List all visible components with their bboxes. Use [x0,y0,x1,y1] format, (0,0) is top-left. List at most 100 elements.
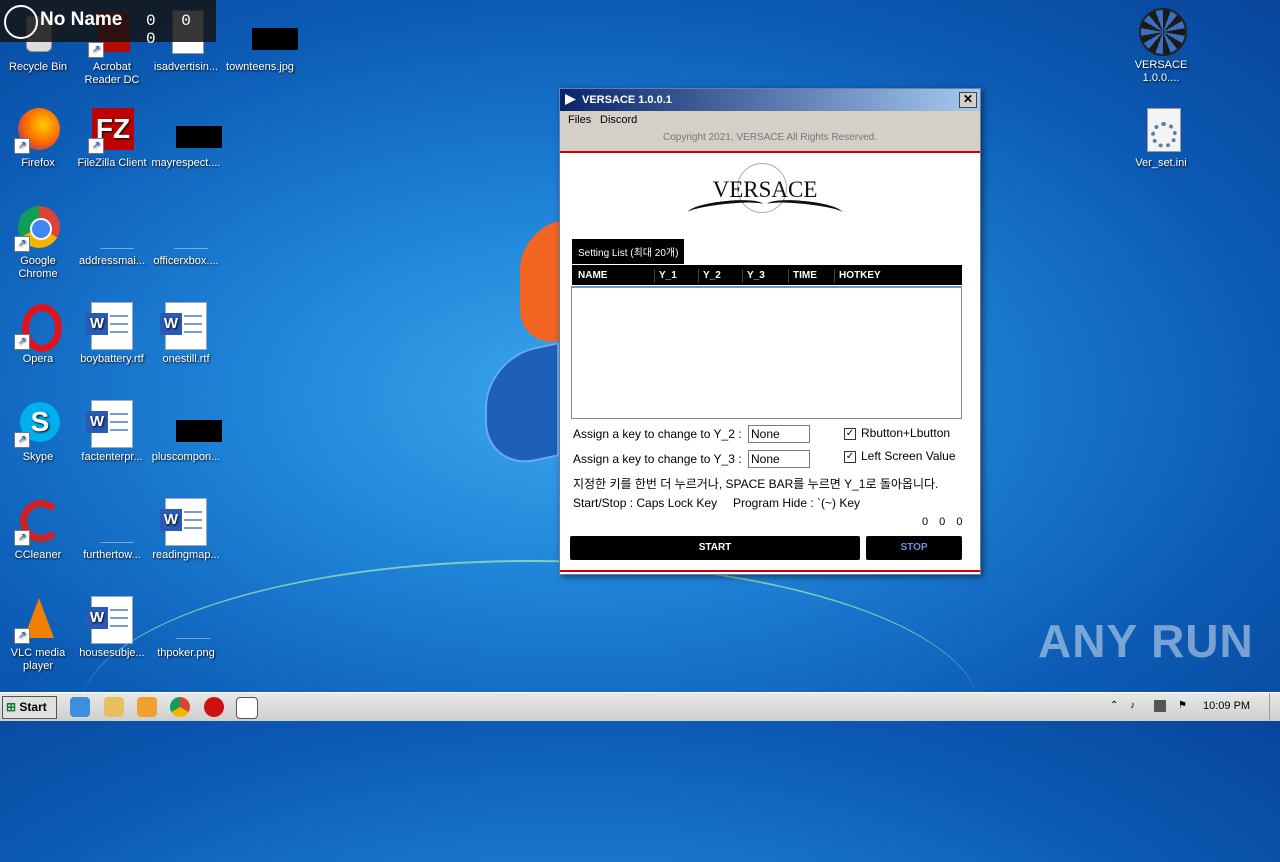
tray-expand-icon[interactable]: ⌃ [1110,700,1122,712]
menu-discord[interactable]: Discord [600,114,637,126]
shortcut-arrow-icon: ↗ [14,236,30,252]
program-hide-hint: Program Hide : `(~) Key [733,496,861,510]
desktop-icon-mayrespect[interactable]: mayrespect.... [148,106,224,170]
desktop-icon-label: mayrespect.... [151,157,221,169]
desktop-icon-label: housesubje... [79,647,145,659]
word-document-icon: W [160,302,210,350]
desktop-icon-label: pluscompon... [151,451,221,463]
setting-list-grid[interactable] [571,286,962,419]
rbutton-checkbox[interactable]: ✓ [844,428,856,440]
shortcut-arrow-icon: ↗ [14,334,30,350]
desktop-icon-boybattery[interactable]: W boybattery.rtf [74,302,150,366]
assign-y2-label: Assign a key to change to Y_2 : [573,427,742,441]
desktop-icon-label: onestill.rtf [162,353,210,365]
desktop-icon-readingmap[interactable]: W readingmap... [148,498,224,562]
bottom-accent-line [560,570,980,572]
chrome-taskbar-icon[interactable] [170,697,190,717]
desktop-icon-label: Skype [22,451,54,463]
settings-file-icon [1137,106,1185,154]
desktop-icon-label: CCleaner [14,549,62,561]
start-button[interactable]: START [570,536,860,560]
desktop-icon-vlc[interactable]: ↗ VLC media player [0,596,76,673]
versace-app-icon [1137,8,1187,56]
desktop-icon-townteens[interactable]: townteens.jpg [222,10,298,74]
image-thumbnail-icon [162,106,222,154]
desktop-icon-label: readingmap... [152,549,220,561]
blank-file-icon [88,498,136,546]
desktop-icon-label: Recycle Bin [8,61,68,73]
opera-taskbar-icon[interactable] [204,697,224,717]
desktop-icon-filezilla[interactable]: FZ ↗ FileZilla Client [74,106,150,170]
image-thumbnail-icon [162,400,222,448]
col-y3[interactable]: Y_3 [747,270,765,281]
word-document-icon: W [86,596,136,644]
left-screen-checkbox[interactable]: ✓ [844,451,856,463]
shortcut-arrow-icon: ↗ [88,42,104,58]
volume-icon[interactable]: ♪ [1130,700,1142,712]
stop-button[interactable]: STOP [866,536,962,560]
desktop-icon-ccleaner[interactable]: ↗ CCleaner [0,498,76,562]
start-button-taskbar[interactable]: ⊞ Start [2,696,57,719]
desktop-icon-firefox[interactable]: ↗ Firefox [0,106,76,170]
media-player-taskbar-icon[interactable] [137,697,157,717]
col-hotkey[interactable]: HOTKEY [839,270,881,281]
col-name[interactable]: NAME [578,270,607,281]
shortcut-arrow-icon: ↗ [14,628,30,644]
menu-files[interactable]: Files [568,114,591,126]
skype-icon: S ↗ [14,400,62,448]
col-y1[interactable]: Y_1 [659,270,677,281]
desktop-icon-officerxbox[interactable]: officerxbox.... [148,204,224,268]
logo-text: VERSACE [712,177,818,202]
word-document-icon: W [160,498,210,546]
firefox-icon: ↗ [14,106,62,154]
desktop-icon-furthertow[interactable]: furthertow... [74,498,150,562]
versace-logo-icon [4,5,38,39]
desktop-icon-addressmai[interactable]: addressmai... [74,204,150,268]
col-time[interactable]: TIME [793,270,817,281]
assign-y3-label: Assign a key to change to Y_3 : [573,452,742,466]
no-name-overlay: No Name 0 0 0 [0,0,216,48]
desktop-icon-thpoker[interactable]: thpoker.png [148,596,224,660]
desktop-icon-opera[interactable]: ↗ Opera [0,302,76,366]
desktop-icon-pluscompon[interactable]: pluscompon... [148,400,224,464]
assign-y2-input[interactable]: None [748,425,810,443]
desktop-icon-chrome[interactable]: ↗ Google Chrome [0,204,76,281]
start-label: Start [19,700,47,714]
counter-display: 0 0 0 [922,516,967,528]
close-button[interactable]: ✕ [959,92,977,108]
action-center-flag-icon[interactable]: ⚑ [1178,700,1190,712]
desktop-icon-label: FileZilla Client [77,157,147,169]
tab-setting-list[interactable]: Setting List (최대 20개) [572,239,685,264]
blank-file-icon [88,204,136,252]
desktop-icon-label: Ver_set.ini [1135,157,1187,169]
shortcut-arrow-icon: ↗ [14,530,30,546]
window-titlebar[interactable]: VERSACE 1.0.0.1 ✕ [560,89,980,111]
image-thumbnail-icon [162,596,210,644]
versace-window: VERSACE 1.0.0.1 ✕ Files Discord Copyrigh… [559,88,981,575]
explorer-taskbar-icon[interactable] [104,697,124,717]
desktop-icon-versace[interactable]: VERSACE 1.0.0.... [1123,8,1199,85]
desktop-icon-label: Firefox [21,157,55,169]
desktop-icon-factenterpr[interactable]: W factenterpr... [74,400,150,464]
menubar: Files Discord Copyright 2021, VERSACE Al… [560,111,980,153]
assign-y3-input[interactable]: None [748,450,810,468]
filezilla-icon: FZ ↗ [88,106,136,154]
desktop-icon-label: isadvertisin... [153,61,219,73]
desktop-icon-housesubje[interactable]: W housesubje... [74,596,150,660]
ccleaner-icon: ↗ [14,498,62,546]
show-desktop-button[interactable] [1269,693,1280,721]
desktop-icon-ver-set[interactable]: Ver_set.ini [1123,106,1199,170]
network-icon[interactable] [1154,700,1166,712]
versace-taskbar-icon[interactable] [236,697,258,719]
desktop-icon-onestill[interactable]: W onestill.rtf [148,302,224,366]
ie-taskbar-icon[interactable] [70,697,90,717]
taskbar-clock[interactable]: 10:09 PM [1203,700,1250,712]
col-y2[interactable]: Y_2 [703,270,721,281]
desktop-icon-label: VLC media player [10,647,66,672]
start-stop-hint: Start/Stop : Caps Lock Key [573,496,718,510]
info-text: 지정한 키를 한번 더 누르거나, SPACE BAR를 누르면 Y_1로 돌아… [573,477,939,491]
desktop-icon-skype[interactable]: S ↗ Skype [0,400,76,464]
window-title: VERSACE 1.0.0.1 [582,94,672,106]
vlc-icon: ↗ [14,596,62,644]
blank-file-icon [162,204,210,252]
